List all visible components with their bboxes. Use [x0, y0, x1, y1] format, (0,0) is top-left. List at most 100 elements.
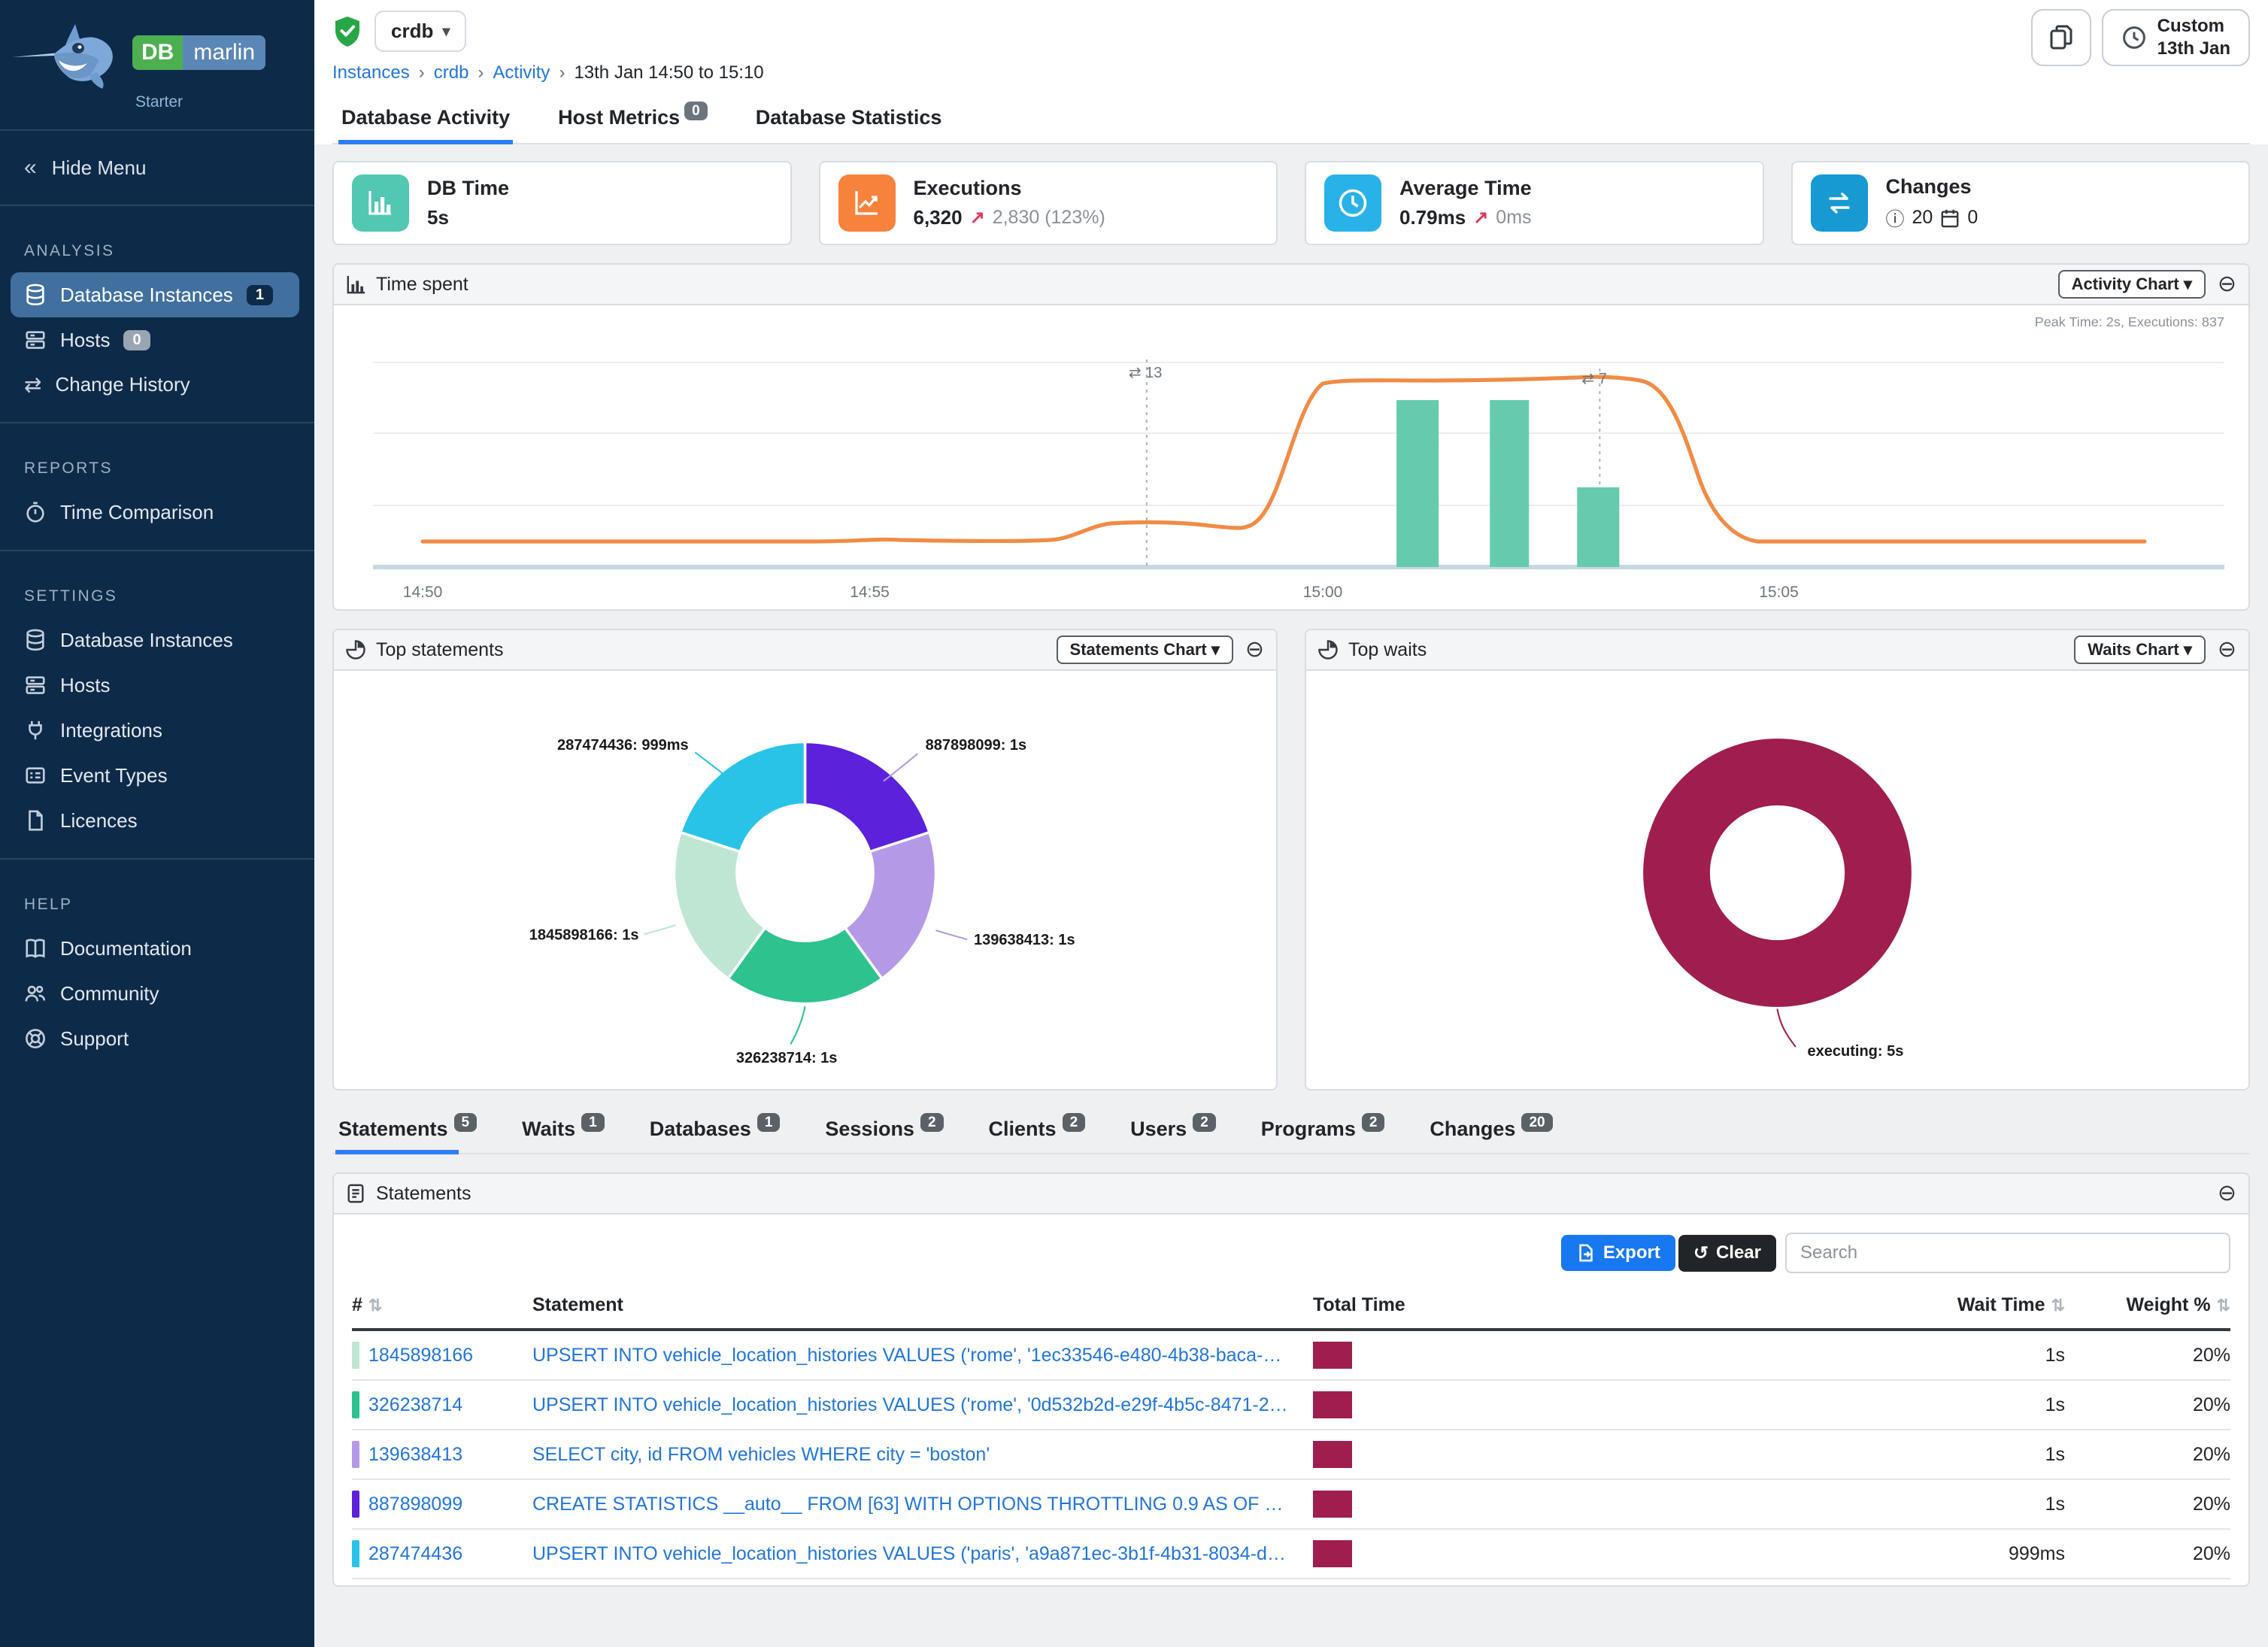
divider [0, 550, 314, 551]
breadcrumb: Instances›crdb›Activity›13th Jan 14:50 t… [332, 62, 2250, 83]
sidebar-item-community[interactable]: Community [0, 971, 314, 1016]
column-header-statement[interactable]: Statement [532, 1294, 1313, 1316]
kpi-title: Average Time [1399, 177, 1532, 200]
column-header-weight[interactable]: Weight %⇅ [2065, 1294, 2230, 1316]
tab-database-activity[interactable]: Database Activity [338, 97, 513, 143]
copy-button[interactable] [2031, 9, 2091, 66]
waits-chart-dropdown[interactable]: Waits Chart ▾ [2074, 635, 2206, 664]
statements-list-icon [346, 1183, 365, 1204]
collapse-panel-icon[interactable]: ⊖ [2218, 638, 2236, 661]
tab-host-metrics[interactable]: Host Metrics0 [555, 97, 711, 143]
server-icon [24, 328, 47, 352]
panel-title: Statements [376, 1183, 471, 1205]
total-time-bar [1313, 1441, 1352, 1468]
svg-text:326238714: 1s: 326238714: 1s [736, 1050, 838, 1066]
sidebar-item-database-instances[interactable]: Database Instances 1 [11, 272, 299, 317]
sidebar-item-integrations[interactable]: Integrations [0, 708, 314, 753]
panel-title: Top statements [376, 639, 504, 661]
wait-time-value: 1s [1764, 1444, 2065, 1466]
sidebar-item-licences[interactable]: Licences [0, 798, 314, 843]
tab-users[interactable]: Users2 [1127, 1112, 1219, 1153]
hide-menu-button[interactable]: « Hide Menu [0, 140, 314, 196]
bar-chart-icon [352, 174, 409, 232]
collapse-panel-icon[interactable]: ⊖ [1245, 638, 1264, 661]
collapse-panel-icon[interactable]: ⊖ [2218, 1182, 2236, 1205]
section-title: SETTINGS [24, 587, 290, 605]
sidebar-item-settings-hosts[interactable]: Hosts [0, 663, 314, 708]
table-toolbar: Export ↺ Clear [352, 1233, 2230, 1273]
breadcrumb-crdb[interactable]: crdb [434, 62, 469, 83]
tab-badge: 1 [581, 1113, 605, 1132]
tab-badge: 5 [454, 1113, 478, 1132]
column-header-id[interactable]: #⇅ [352, 1294, 532, 1316]
time-range-button[interactable]: Custom 13th Jan [2102, 9, 2250, 66]
tab-waits[interactable]: Waits1 [519, 1112, 608, 1153]
main-area: crdb ▾ Instances›crdb›Activity›13th Jan … [314, 0, 2268, 1647]
statement-link[interactable]: SELECT city, id FROM vehicles WHERE city… [532, 1444, 1313, 1466]
statement-id-link[interactable]: 139638413 [368, 1444, 484, 1466]
sort-icon: ⇅ [368, 1296, 382, 1315]
instance-selector[interactable]: crdb ▾ [374, 11, 466, 52]
tab-statements[interactable]: Statements5 [335, 1112, 480, 1153]
waits-donut-chart[interactable]: executing: 5s [1306, 671, 2248, 1089]
statement-id-link[interactable]: 887898099 [368, 1494, 484, 1515]
sidebar-item-event-types[interactable]: Event Types [0, 753, 314, 798]
sidebar-item-hosts[interactable]: Hosts 0 [0, 317, 314, 362]
svg-text:14:50: 14:50 [403, 584, 443, 601]
statement-id-link[interactable]: 1845898166 [368, 1345, 494, 1366]
sidebar-item-support[interactable]: Support [0, 1016, 314, 1061]
panel-header: Time spent Activity Chart ▾ ⊖ [334, 265, 2248, 305]
tab-badge: 2 [920, 1113, 944, 1132]
breadcrumb-instances[interactable]: Instances [332, 62, 410, 83]
statement-link[interactable]: UPSERT INTO vehicle_location_histories V… [532, 1394, 1313, 1416]
tab-badge: 1 [757, 1113, 781, 1132]
tab-changes[interactable]: Changes20 [1427, 1112, 1555, 1153]
sidebar-item-settings-database-instances[interactable]: Database Instances [0, 617, 314, 663]
statement-link[interactable]: CREATE STATISTICS __auto__ FROM [63] WIT… [532, 1494, 1313, 1515]
weight-value: 20% [2065, 1345, 2230, 1366]
svg-text:14:55: 14:55 [850, 584, 890, 601]
svg-text:executing: 5s: executing: 5s [1808, 1043, 1904, 1060]
statement-id-link[interactable]: 287474436 [368, 1543, 484, 1565]
breadcrumb-activity[interactable]: Activity [493, 62, 550, 83]
tab-database-statistics[interactable]: Database Statistics [753, 97, 945, 143]
logo[interactable]: DB marlin Starter [0, 0, 314, 120]
tab-badge: 2 [1193, 1113, 1216, 1132]
table-row: 326238714 UPSERT INTO vehicle_location_h… [352, 1381, 2230, 1430]
sidebar-item-time-comparison[interactable]: Time Comparison [0, 490, 314, 535]
statement-link[interactable]: UPSERT INTO vehicle_location_histories V… [532, 1345, 1313, 1366]
kpi-title: Changes [1886, 175, 1978, 199]
tab-programs[interactable]: Programs2 [1258, 1112, 1388, 1153]
kpi-title: DB Time [427, 177, 509, 200]
sidebar-item-documentation[interactable]: Documentation [0, 926, 314, 971]
weight-value: 20% [2065, 1444, 2230, 1466]
statement-id-link[interactable]: 326238714 [368, 1394, 484, 1416]
panel-header: Top waits Waits Chart ▾ ⊖ [1306, 630, 2248, 671]
weight-value: 20% [2065, 1494, 2230, 1515]
sidebar-item-change-history[interactable]: ⇄ Change History [0, 362, 314, 407]
export-button[interactable]: Export [1561, 1235, 1675, 1271]
statement-link[interactable]: UPSERT INTO vehicle_location_histories V… [532, 1543, 1313, 1565]
column-header-wait-time[interactable]: Wait Time⇅ [1764, 1294, 2065, 1316]
logo-db-badge: DB [132, 35, 183, 70]
kpi-calendar-count: 0 [1967, 207, 1978, 229]
column-header-total-time[interactable]: Total Time [1313, 1294, 1764, 1316]
pie-chart-icon [1318, 640, 1338, 660]
svg-text:⇄ 7: ⇄ 7 [1581, 371, 1606, 387]
collapse-panel-icon[interactable]: ⊖ [2218, 273, 2236, 296]
activity-chart-dropdown[interactable]: Activity Chart ▾ [2058, 270, 2206, 299]
tab-databases[interactable]: Databases1 [647, 1112, 784, 1153]
database-icon [24, 628, 47, 652]
top-header: crdb ▾ Instances›crdb›Activity›13th Jan … [314, 0, 2268, 144]
statements-chart-dropdown[interactable]: Statements Chart ▾ [1057, 635, 1233, 664]
wait-time-value: 1s [1764, 1345, 2065, 1366]
top-waits-panel: Top waits Waits Chart ▾ ⊖ executing: 5s [1305, 629, 2250, 1090]
tab-sessions[interactable]: Sessions2 [822, 1112, 946, 1153]
bar-chart-icon [346, 274, 365, 294]
time-spent-chart[interactable]: Peak Time: 2s, Executions: 837 ⇄ 13 ⇄ 7 … [334, 305, 2248, 609]
statements-donut-chart[interactable]: 287474436: 999ms 887898099: 1s 184589816… [334, 671, 1276, 1089]
table-row: 287474436 UPSERT INTO vehicle_location_h… [352, 1530, 2230, 1579]
search-input[interactable] [1785, 1233, 2230, 1273]
tab-clients[interactable]: Clients2 [986, 1112, 1089, 1153]
clear-button[interactable]: ↺ Clear [1678, 1235, 1776, 1272]
